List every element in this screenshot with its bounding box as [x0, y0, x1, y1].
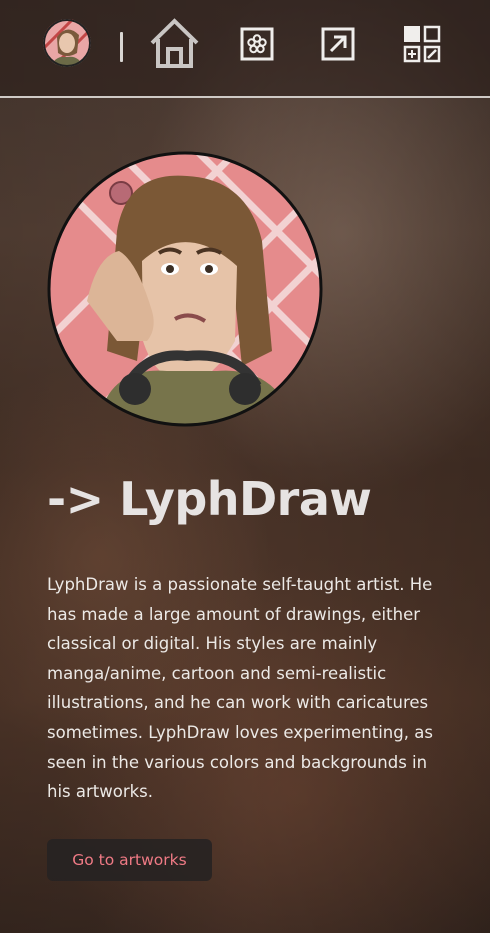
avatar[interactable] [43, 19, 91, 67]
go-to-artworks-button[interactable]: Go to artworks [47, 839, 212, 881]
external-link-button[interactable] [321, 27, 355, 61]
artist-portrait [47, 151, 323, 427]
apps-grid-icon [403, 25, 441, 63]
home-button[interactable] [147, 17, 202, 69]
nav-separator [120, 32, 123, 62]
external-link-icon [321, 27, 355, 61]
page-title: -> LyphDraw [47, 472, 372, 526]
flower-icon [240, 27, 274, 61]
artist-description: LyphDraw is a passionate self-taught art… [47, 575, 433, 802]
top-navigation-bar [0, 0, 490, 98]
gallery-button[interactable] [240, 27, 274, 61]
avatar-portrait-icon [43, 19, 91, 67]
artist-portrait-image [47, 151, 323, 427]
apps-menu-button[interactable] [403, 25, 441, 63]
home-icon [150, 18, 199, 68]
